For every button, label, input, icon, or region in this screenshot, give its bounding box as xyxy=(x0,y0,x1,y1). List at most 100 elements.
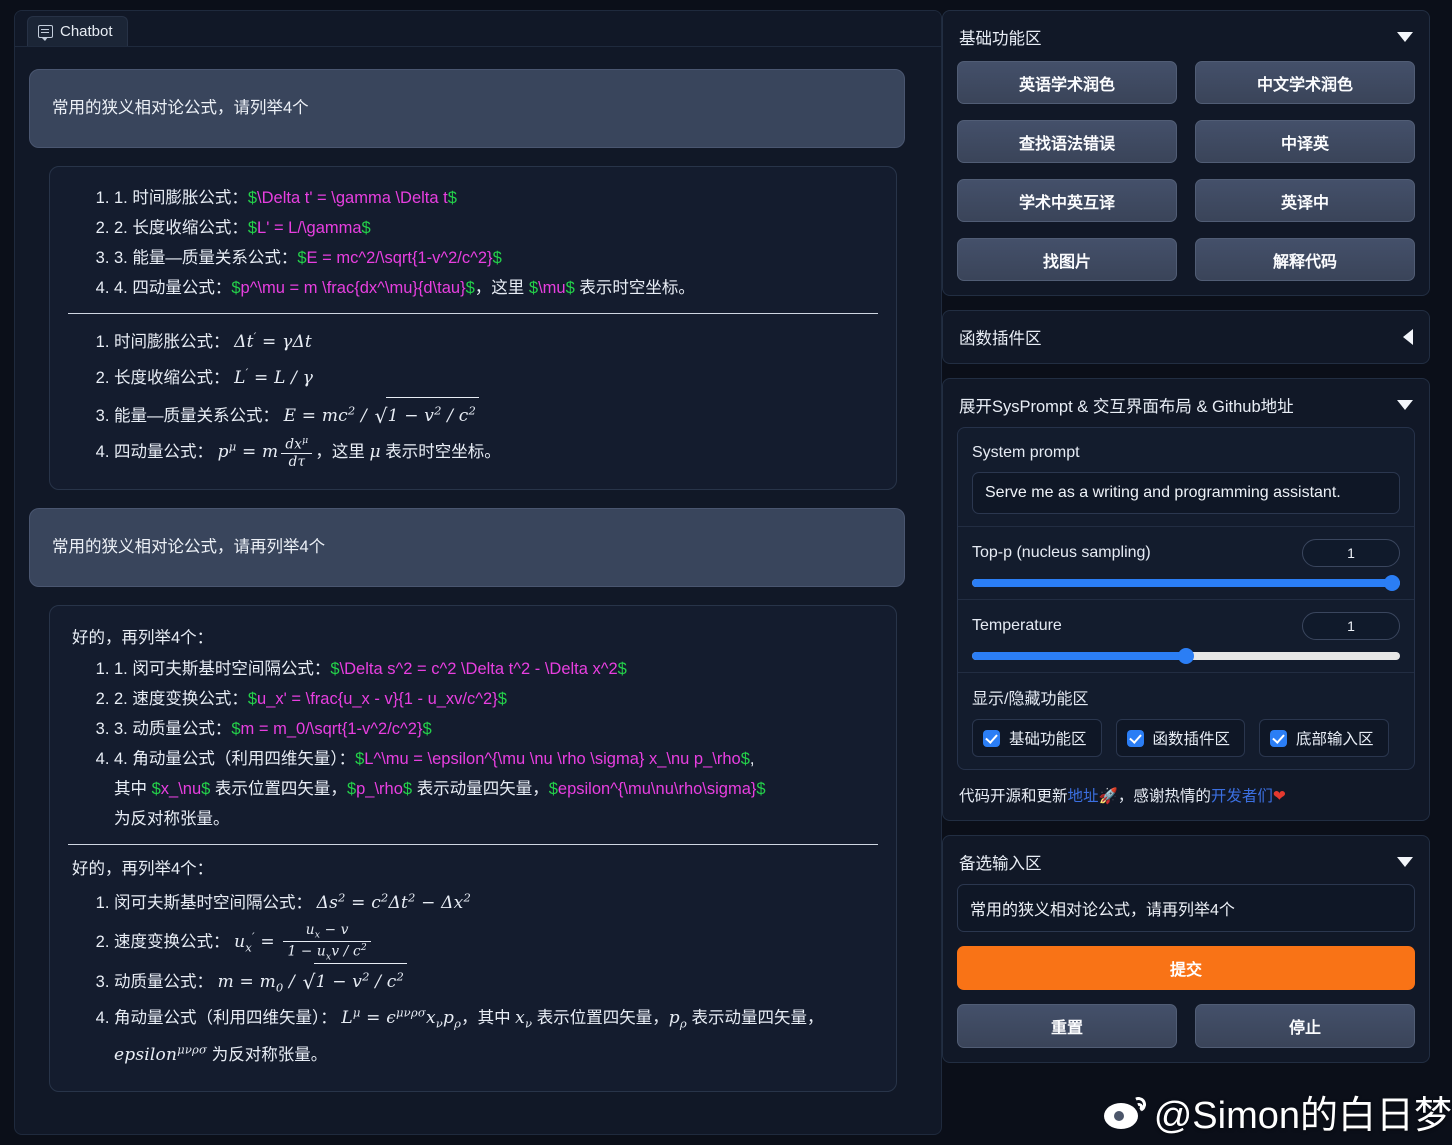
checkbox-checked-icon xyxy=(1270,729,1288,747)
divider xyxy=(68,312,878,314)
plugin-area-header[interactable]: 函数插件区 xyxy=(957,323,1415,351)
topp-slider[interactable] xyxy=(972,575,1400,591)
checkbox-label: 基础功能区 xyxy=(1009,731,1087,748)
temperature-label: Temperature xyxy=(972,617,1062,634)
chat-tabbar: Chatbot xyxy=(15,11,941,47)
tab-chatbot[interactable]: Chatbot xyxy=(27,16,128,46)
chevron-down-icon[interactable] xyxy=(1397,857,1413,867)
list-item: 闵可夫斯基时空间隔公式： Δs2 = c2Δt2 − Δx2 xyxy=(114,885,878,922)
list-item: 四动量公式： pμ = mdxμdτ，这里 μ 表示时空坐标。 xyxy=(114,434,878,471)
topp-slider-knob[interactable] xyxy=(1384,575,1400,591)
list-item: 1. 时间膨胀公式：$\Delta t' = \gamma \Delta t$ xyxy=(114,183,878,213)
basic-functions-title: 基础功能区 xyxy=(959,30,1042,48)
chevron-down-icon[interactable] xyxy=(1397,32,1413,42)
system-prompt-label: System prompt xyxy=(972,444,1080,461)
system-prompt-input[interactable]: Serve me as a writing and programming as… xyxy=(972,472,1400,514)
message-assistant-2: 好的，再列举4个： 1. 闵可夫斯基时空间隔公式：$\Delta s^2 = c… xyxy=(29,604,927,1093)
credit-prefix: 代码开源和更新 xyxy=(959,788,1068,805)
rendered-math-list-2: 闵可夫斯基时空间隔公式： Δs2 = c2Δt2 − Δx2 速度变换公式： u… xyxy=(68,885,878,1073)
assistant-message-bubble: 好的，再列举4个： 1. 闵可夫斯基时空间隔公式：$\Delta s^2 = c… xyxy=(49,604,897,1093)
temperature-row: Temperature 1 xyxy=(972,612,1400,640)
divider xyxy=(68,844,878,846)
credit-link-address[interactable]: 地址 xyxy=(1068,788,1099,805)
chat-message-list[interactable]: 常用的狭义相对论公式，请列举4个 1. 时间膨胀公式：$\Delta t' = … xyxy=(15,47,941,1134)
checkbox-label: 函数插件区 xyxy=(1152,731,1231,748)
watermark-text: @Simon的白日梦 xyxy=(1153,1095,1452,1137)
checkbox-checked-icon xyxy=(1126,729,1144,747)
assistant-lead-rendered: 好的，再列举4个： xyxy=(72,860,214,879)
message-user-2: 常用的狭义相对论公式，请再列举4个 xyxy=(29,508,927,587)
rocket-icon: 🚀 xyxy=(1098,788,1118,805)
topp-value-input[interactable]: 1 xyxy=(1302,539,1400,567)
alt-input-header[interactable]: 备选输入区 xyxy=(957,848,1415,884)
func-button-chinese-polish[interactable]: 中文学术润色 xyxy=(1195,61,1415,104)
topp-label: Top-p (nucleus sampling) xyxy=(972,544,1151,561)
list-item: 角动量公式（利用四维矢量）： Lμ = ϵμνρσxνpρ，其中 xν 表示位置… xyxy=(114,1000,878,1073)
alt-input-panel: 备选输入区 常用的狭义相对论公式，请再列举4个 提交 重置 停止 xyxy=(942,835,1430,1063)
temperature-slider[interactable] xyxy=(972,648,1400,664)
app-root: Chatbot 常用的狭义相对论公式，请列举4个 1. 时间膨胀公式：$\Del… xyxy=(0,0,1452,1145)
list-item: 3. 能量—质量关系公式：$E = mc^2/\sqrt{1-v^2/c^2}$ xyxy=(114,243,878,273)
list-item: 4. 角动量公式（利用四维矢量）：$L^\mu = \epsilon^{\mu … xyxy=(114,744,878,834)
message-user-1: 常用的狭义相对论公式，请列举4个 xyxy=(29,69,927,148)
checkbox-basic-area[interactable]: 基础功能区 xyxy=(972,719,1102,757)
list-item: 2. 速度变换公式：$u_x' = \frac{u_x - v}{1 - u_x… xyxy=(114,684,878,714)
topp-field: Top-p (nucleus sampling) 1 xyxy=(958,527,1414,600)
list-item: 1. 闵可夫斯基时空间隔公式：$\Delta s^2 = c^2 \Delta … xyxy=(114,654,878,684)
sidebar: 基础功能区 英语学术润色 中文学术润色 查找语法错误 中译英 学术中英互译 英译… xyxy=(942,0,1452,1145)
visibility-toggles-group: 基础功能区 函数插件区 底部输入区 xyxy=(972,719,1400,757)
temperature-value-input[interactable]: 1 xyxy=(1302,612,1400,640)
func-button-zh-to-en[interactable]: 中译英 xyxy=(1195,120,1415,163)
list-item: 能量—质量关系公式： E = mc2 / 1 − v2 / c2 xyxy=(114,395,878,438)
checkbox-label: 底部输入区 xyxy=(1296,731,1374,748)
func-button-en-to-zh[interactable]: 英译中 xyxy=(1195,179,1415,222)
chevron-down-icon[interactable] xyxy=(1397,400,1413,410)
func-button-find-grammar-errors[interactable]: 查找语法错误 xyxy=(957,120,1177,163)
list-item: 3. 动质量公式：$m = m_0/\sqrt{1-v^2/c^2}$ xyxy=(114,714,878,744)
list-item: 4. 四动量公式：$p^\mu = m \frac{dx^\mu}{d\tau}… xyxy=(114,273,878,303)
stop-button[interactable]: 停止 xyxy=(1195,1004,1415,1048)
func-button-explain-code[interactable]: 解释代码 xyxy=(1195,238,1415,281)
temperature-slider-knob[interactable] xyxy=(1178,648,1194,664)
submit-button[interactable]: 提交 xyxy=(957,946,1415,990)
user-message-bubble: 常用的狭义相对论公式，请列举4个 xyxy=(29,69,905,148)
checkbox-bottom-input-area[interactable]: 底部输入区 xyxy=(1259,719,1389,757)
sysprompt-card: System prompt Serve me as a writing and … xyxy=(957,427,1415,770)
heart-icon: ❤ xyxy=(1272,788,1286,805)
list-item: 动质量公式： m = m0 / 1 − v2 / c2 xyxy=(114,961,878,1003)
chat-column: Chatbot 常用的狭义相对论公式，请列举4个 1. 时间膨胀公式：$\Del… xyxy=(0,0,942,1145)
credit-line: 代码开源和更新地址🚀，感谢热情的开发者们❤ xyxy=(957,770,1415,806)
checkbox-checked-icon xyxy=(983,729,1000,747)
basic-functions-header[interactable]: 基础功能区 xyxy=(957,23,1415,59)
func-button-find-image[interactable]: 找图片 xyxy=(957,238,1177,281)
func-button-english-polish[interactable]: 英语学术润色 xyxy=(957,61,1177,104)
credit-mid: ，感谢热情的 xyxy=(1117,788,1211,805)
rendered-tail: 为反对称张量。 xyxy=(211,1045,328,1064)
temperature-field: Temperature 1 xyxy=(958,600,1414,673)
reset-button[interactable]: 重置 xyxy=(957,1004,1177,1048)
list-item: 时间膨胀公式： Δt′ = γΔt xyxy=(114,324,878,361)
tab-chatbot-label: Chatbot xyxy=(60,23,113,40)
credit-link-developers[interactable]: 开发者们 xyxy=(1211,788,1273,805)
list-item: 2. 长度收缩公式：$L' = L/\gamma$ xyxy=(114,213,878,243)
visibility-toggles-label: 显示/隐藏功能区 xyxy=(972,691,1089,708)
list-item: 长度收缩公式： L′ = L / γ xyxy=(114,360,878,397)
plugin-area-panel: 函数插件区 xyxy=(942,310,1430,364)
topp-slider-fill xyxy=(972,579,1400,587)
chatbot-panel: Chatbot 常用的狭义相对论公式，请列举4个 1. 时间膨胀公式：$\Del… xyxy=(14,10,942,1135)
raw-latex-list-2: 1. 闵可夫斯基时空间隔公式：$\Delta s^2 = c^2 \Delta … xyxy=(68,654,878,834)
alt-input-textbox[interactable]: 常用的狭义相对论公式，请再列举4个 xyxy=(957,884,1415,932)
temperature-slider-fill xyxy=(972,652,1186,660)
rendered-math-list-1: 时间膨胀公式： Δt′ = γΔt 长度收缩公式： L′ = L / γ 能量—… xyxy=(68,324,878,471)
topp-row: Top-p (nucleus sampling) 1 xyxy=(972,539,1400,567)
visibility-toggles-field: 显示/隐藏功能区 基础功能区 函数插件区 底部输入区 xyxy=(958,673,1414,769)
chevron-left-icon[interactable] xyxy=(1403,329,1413,345)
func-button-academic-zh-en[interactable]: 学术中英互译 xyxy=(957,179,1177,222)
message-assistant-1: 1. 时间膨胀公式：$\Delta t' = \gamma \Delta t$ … xyxy=(29,165,927,491)
basic-functions-button-grid: 英语学术润色 中文学术润色 查找语法错误 中译英 学术中英互译 英译中 找图片 … xyxy=(957,61,1415,281)
checkbox-plugin-area[interactable]: 函数插件区 xyxy=(1115,719,1246,757)
watermark: @Simon的白日梦 xyxy=(1103,1084,1452,1139)
list-item: 速度变换公式： ux′ = ux − v1 − uxv / c2 xyxy=(114,922,878,963)
bottom-button-row: 重置 停止 xyxy=(957,1004,1415,1048)
sysprompt-header[interactable]: 展开SysPrompt & 交互界面布局 & Github地址 xyxy=(957,391,1415,427)
